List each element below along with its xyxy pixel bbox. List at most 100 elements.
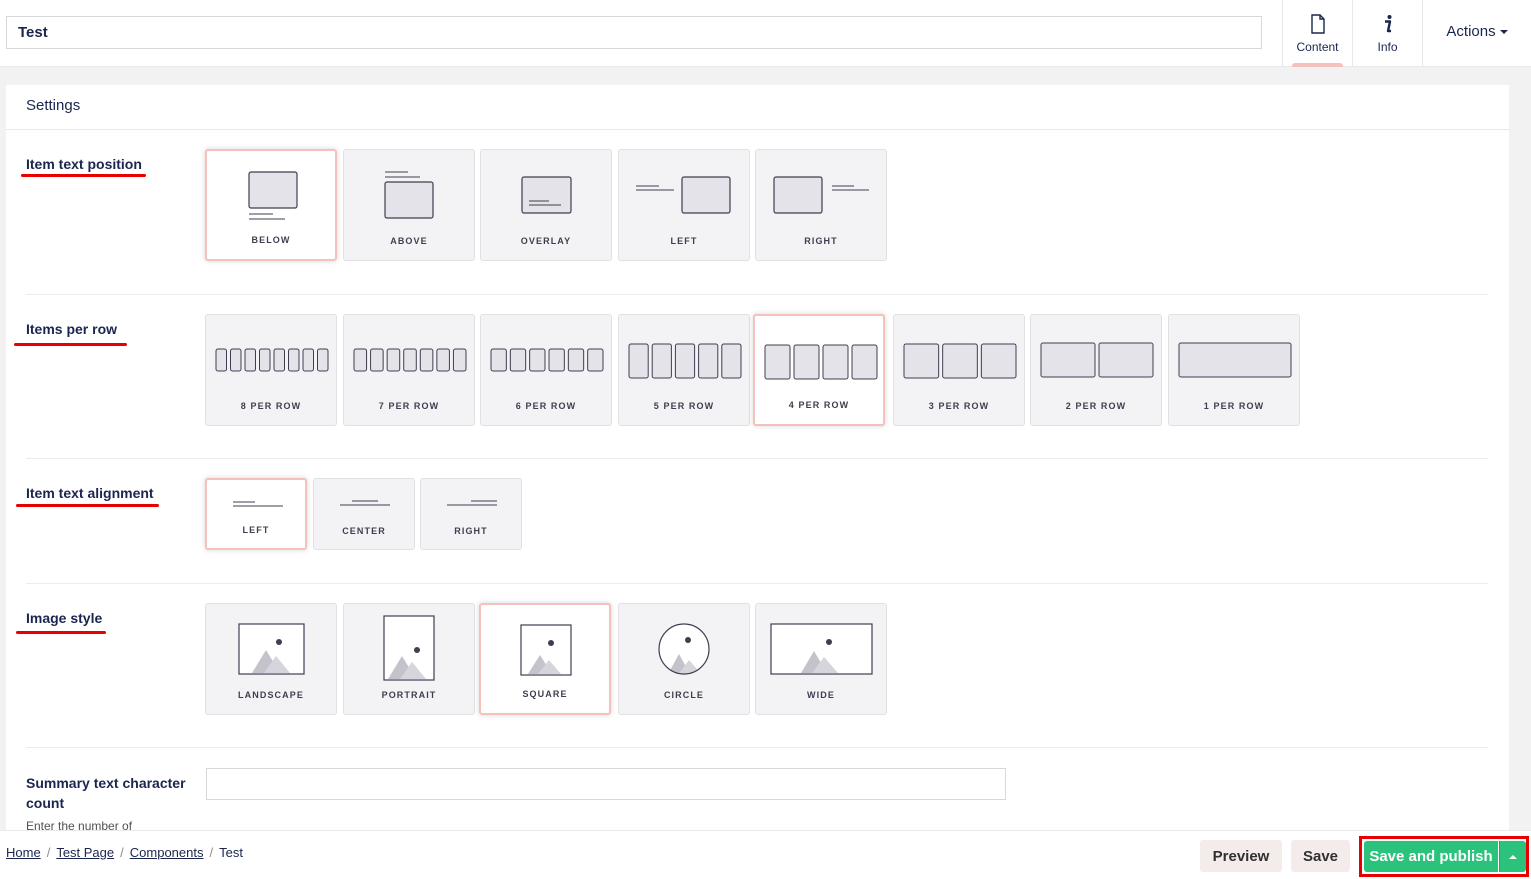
breadcrumb-link-home[interactable]: Home [6,845,41,860]
grid-cell [288,348,300,372]
option-3-per-row[interactable]: 3 PER ROW [893,314,1025,426]
grid-cell [793,344,820,380]
divider [26,458,1488,459]
option-2-per-row[interactable]: 2 PER ROW [1030,314,1162,426]
breadcrumb-link-components[interactable]: Components [130,845,204,860]
option-4-per-row[interactable]: 4 PER ROW [753,314,885,426]
grid-cell [452,348,467,372]
grid-cell [674,343,696,379]
option-caption: 5 PER ROW [653,401,715,411]
active-tab-indicator [1292,63,1343,67]
option-left[interactable]: LEFT [618,149,750,261]
option-caption: BELOW [251,235,291,245]
property-label: Item text alignment [26,485,154,501]
property-label: Summary text character count [26,775,186,811]
grid-cell [1178,342,1292,378]
save-button[interactable]: Save [1291,840,1350,872]
square-image-icon [520,624,572,676]
option-caption: LEFT [670,236,698,246]
option-6-per-row[interactable]: 6 PER ROW [480,314,612,426]
grid-cell [851,344,878,380]
grid-cell [244,348,256,372]
grid-cell [567,348,585,372]
option-align-left[interactable]: LEFT [205,478,307,550]
option-caption: SQUARE [522,689,568,699]
option-8-per-row[interactable]: 8 PER ROW [205,314,337,426]
content-name-input[interactable] [6,16,1262,49]
app-content-tab[interactable]: Content [1282,0,1352,67]
option-portrait[interactable]: PORTRAIT [343,603,475,715]
property-label: Items per row [26,321,118,337]
option-square[interactable]: SQUARE [479,603,611,715]
option-circle[interactable]: CIRCLE [618,603,750,715]
option-5-per-row[interactable]: 5 PER ROW [618,314,750,426]
option-caption: ABOVE [390,236,428,246]
annotation-underline [21,174,146,177]
breadcrumb-separator: / [209,845,214,860]
grid-cell [230,348,242,372]
option-caption: RIGHT [454,526,488,536]
grid-cell [370,348,384,372]
annotation-underline [14,343,127,346]
option-caption: CENTER [342,526,386,536]
breadcrumb-link-test-page[interactable]: Test Page [56,845,114,860]
grid-cell [386,348,401,372]
publish-options-toggle[interactable] [1499,841,1526,872]
info-icon [1384,15,1391,33]
grid-cell [529,348,546,372]
below-layout-icon [248,171,298,220]
summary-count-input[interactable] [206,768,1006,800]
document-icon [1310,14,1325,34]
editor-header: Content Info Actions [0,0,1531,67]
option-caption: 6 PER ROW [515,401,577,411]
property-image-style: Image style LANDSCAPE PORTRAIT SQUARE CI… [16,603,1488,715]
option-landscape[interactable]: LANDSCAPE [205,603,337,715]
grid-cell [1040,342,1096,378]
option-right[interactable]: RIGHT [755,149,887,261]
grid-cell [403,348,417,372]
grid-cell [259,348,271,372]
option-caption: 1 PER ROW [1203,401,1265,411]
grid-cell [903,343,940,379]
grid-cell [548,348,565,372]
grid-cell [942,343,978,379]
grid-cell [419,348,434,372]
annotation-underline [16,631,106,634]
caret-down-icon [1499,30,1508,35]
app-content-label: Content [1296,40,1339,54]
breadcrumb-separator: / [46,845,51,860]
preview-button[interactable]: Preview [1200,840,1282,872]
option-below[interactable]: BELOW [205,149,337,261]
actions-label: Actions [1446,23,1496,40]
save-and-publish-group: Save and publish [1359,836,1529,877]
option-above[interactable]: ABOVE [343,149,475,261]
option-overlay[interactable]: OVERLAY [480,149,612,261]
option-1-per-row[interactable]: 1 PER ROW [1168,314,1300,426]
actions-dropdown[interactable]: Actions [1422,0,1531,67]
panel-title: Settings [26,97,81,114]
option-caption: RIGHT [804,236,838,246]
grid-cell [587,348,604,372]
option-wide[interactable]: WIDE [755,603,887,715]
app-info-tab[interactable]: Info [1352,0,1422,67]
breadcrumb: Home / Test Page / Components / Test [6,845,243,860]
settings-panel: Settings Item text position BELOW ABOVE … [6,85,1509,830]
grid-cell [509,348,527,372]
option-caption: 4 PER ROW [788,400,850,410]
option-align-center[interactable]: CENTER [313,478,415,550]
app-info-label: Info [1377,40,1398,54]
option-caption: WIDE [807,690,835,700]
grid-cell [764,344,791,380]
property-description: Enter the number of [26,819,133,830]
option-caption: OVERLAY [520,236,572,246]
option-caption: CIRCLE [663,690,705,700]
option-caption: PORTRAIT [381,690,437,700]
option-7-per-row[interactable]: 7 PER ROW [343,314,475,426]
save-and-publish-button[interactable]: Save and publish [1364,841,1498,872]
option-align-right[interactable]: RIGHT [420,478,522,550]
breadcrumb-separator: / [120,845,124,860]
grid-cell [698,343,719,379]
property-label: Image style [26,610,103,626]
grid-cell [215,348,227,372]
align-left-icon [233,501,283,507]
